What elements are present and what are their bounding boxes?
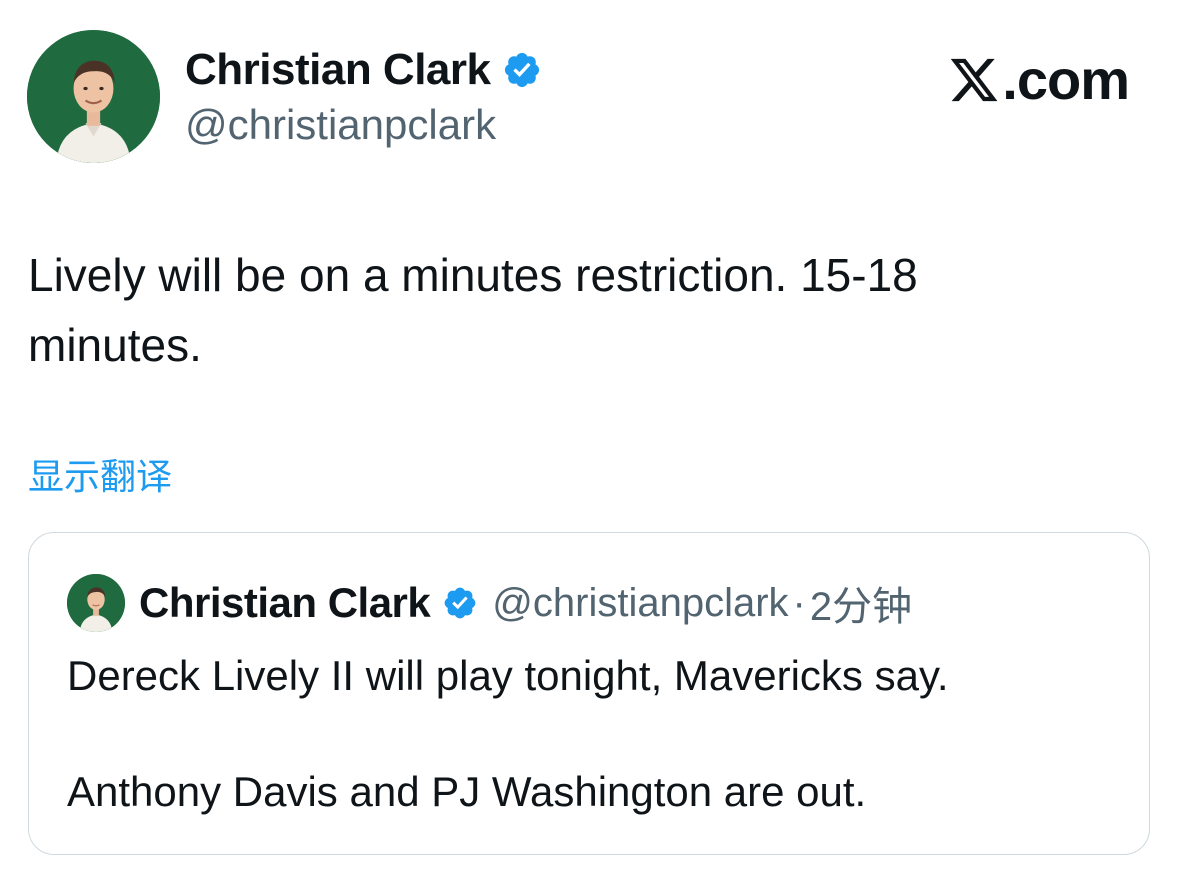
quoted-author-name[interactable]: Christian Clark bbox=[139, 579, 431, 627]
quoted-verified-badge-icon bbox=[442, 585, 478, 621]
quoted-tweet-header: Christian Clark @christianpclark · 2分钟 bbox=[67, 573, 912, 633]
quoted-author-handle[interactable]: @christianpclark bbox=[492, 581, 788, 626]
quoted-tweet-line: Dereck Lively II will play tonight, Mave… bbox=[67, 652, 949, 699]
author-name-row[interactable]: Christian Clark bbox=[185, 44, 542, 96]
quoted-tweet-card[interactable]: Christian Clark @christianpclark · 2分钟 D… bbox=[28, 532, 1150, 855]
tweet-text-line: minutes. bbox=[28, 319, 202, 371]
site-brand: .com bbox=[948, 48, 1130, 111]
tweet-text: Lively will be on a minutes restriction.… bbox=[28, 240, 1128, 380]
x-logo-icon bbox=[948, 54, 1000, 106]
quoted-tweet-text: Dereck Lively II will play tonight, Mave… bbox=[67, 647, 1117, 821]
show-translation-link[interactable]: 显示翻译 bbox=[28, 454, 172, 500]
separator-dot: · bbox=[792, 580, 806, 625]
author-display-name[interactable]: Christian Clark bbox=[185, 44, 491, 96]
author-handle[interactable]: @christianpclark bbox=[185, 100, 496, 150]
tweet-screenshot: Christian Clark @christianpclark .com Li… bbox=[0, 0, 1179, 875]
author-avatar[interactable] bbox=[27, 30, 160, 163]
quoted-author-avatar[interactable] bbox=[67, 574, 125, 632]
site-brand-text: .com bbox=[1002, 48, 1130, 111]
quoted-tweet-timestamp[interactable]: 2分钟 bbox=[810, 574, 912, 632]
quoted-tweet-line: Anthony Davis and PJ Washington are out. bbox=[67, 768, 867, 815]
tweet-text-line: Lively will be on a minutes restriction.… bbox=[28, 249, 918, 301]
verified-badge-icon bbox=[502, 50, 542, 90]
